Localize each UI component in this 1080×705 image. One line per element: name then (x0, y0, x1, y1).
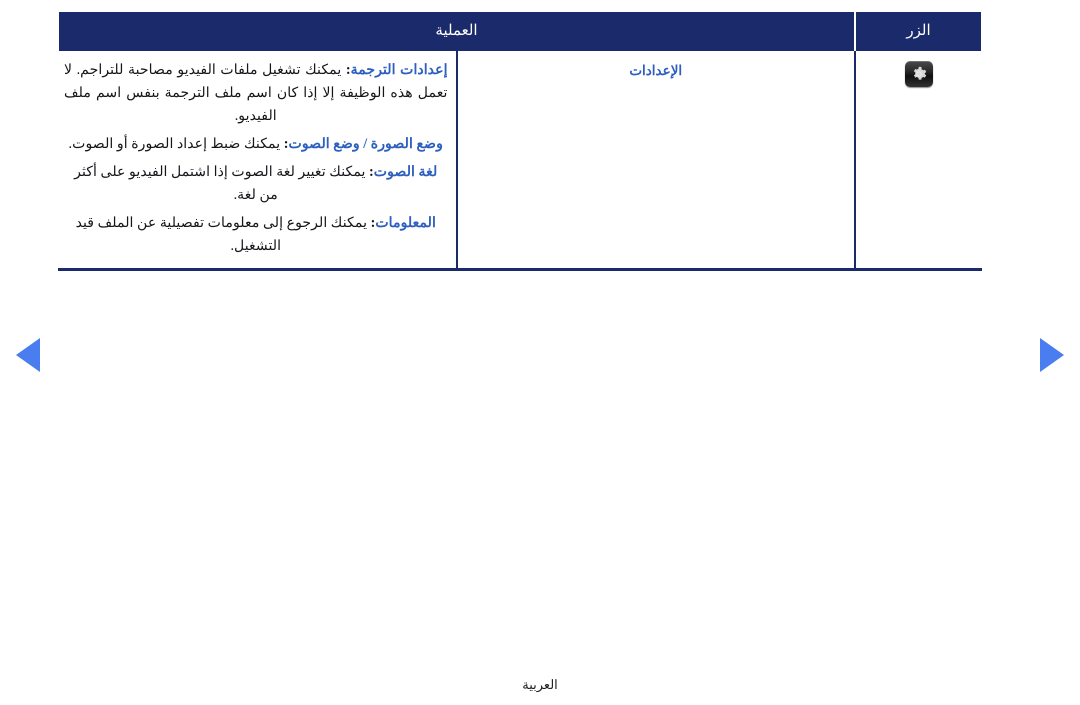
table-header-row: الزر العملية (57, 12, 983, 51)
manual-table-container: الزر العملية الإعدادات إعدادات الترجمة: … (57, 12, 983, 271)
term-description: يمكنك تغيير لغة الصوت إذا اشتمل الفيديو … (74, 164, 366, 203)
table-header: الزر العملية (57, 12, 983, 51)
list-item: المعلومات: يمكنك الرجوع إلى معلومات تفصي… (64, 212, 448, 258)
cell-description: إعدادات الترجمة: يمكنك تشغيل ملفات الفيد… (58, 51, 457, 271)
term-label: إعدادات الترجمة (350, 62, 448, 78)
description-list: إعدادات الترجمة: يمكنك تشغيل ملفات الفيد… (64, 59, 448, 258)
column-header-button: الزر (854, 12, 983, 51)
gear-icon[interactable] (905, 61, 933, 87)
list-item: وضع الصورة / وضع الصوت: يمكنك ضبط إعداد … (64, 133, 448, 156)
triangle-right-icon[interactable] (1040, 338, 1064, 372)
triangle-left-icon[interactable] (16, 338, 40, 372)
manual-page: الزر العملية الإعدادات إعدادات الترجمة: … (0, 0, 1080, 705)
footer-language-label: العربية (522, 677, 558, 692)
column-header-operation: العملية (57, 12, 856, 51)
term-label: المعلومات (375, 215, 436, 231)
term-label: لغة الصوت (373, 164, 438, 180)
term-description: يمكنك الرجوع إلى معلومات تفصيلية عن المل… (75, 215, 368, 254)
list-item: إعدادات الترجمة: يمكنك تشغيل ملفات الفيد… (64, 59, 448, 128)
cell-feature-label: الإعدادات (455, 51, 855, 271)
cell-button-icon (854, 51, 982, 271)
table-row: الإعدادات إعدادات الترجمة: يمكنك تشغيل م… (58, 51, 982, 271)
list-item: لغة الصوت: يمكنك تغيير لغة الصوت إذا اشت… (64, 161, 448, 207)
table-body: الإعدادات إعدادات الترجمة: يمكنك تشغيل م… (58, 51, 982, 271)
term-label: وضع الصورة / وضع الصوت (288, 136, 443, 152)
term-description: يمكنك ضبط إعداد الصورة أو الصوت. (68, 136, 281, 152)
operations-table: الزر العملية الإعدادات إعدادات الترجمة: … (57, 12, 983, 271)
